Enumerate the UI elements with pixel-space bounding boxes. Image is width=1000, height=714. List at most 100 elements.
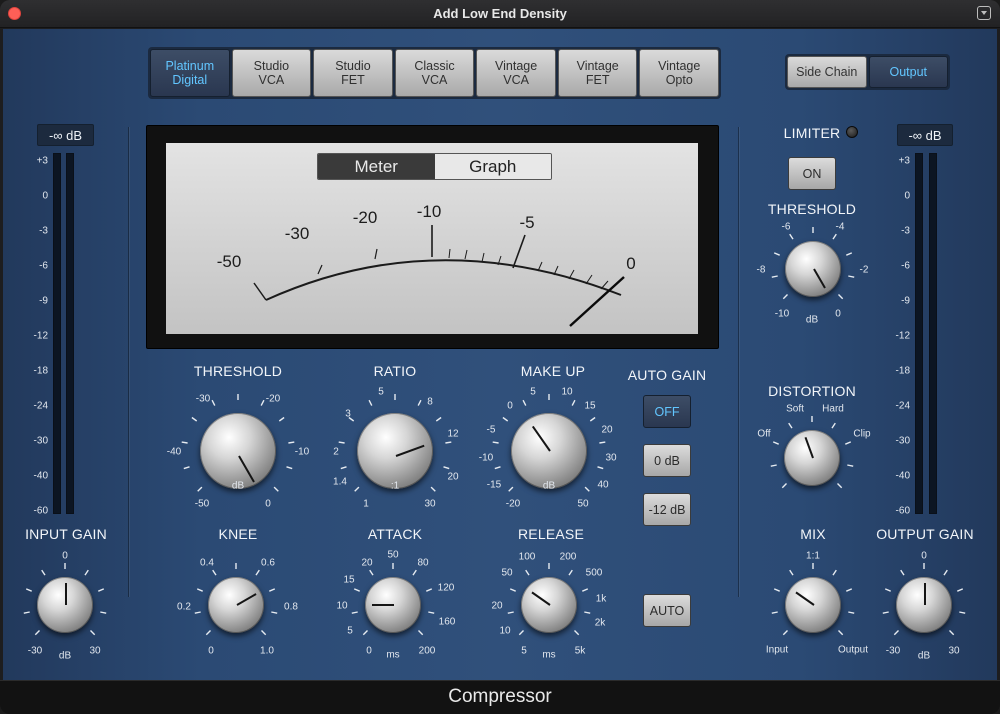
attack-label: ATTACK <box>367 526 423 542</box>
knee-scale-label: 0.4 <box>200 557 214 569</box>
makeup-scale-label: 50 <box>577 498 589 510</box>
ratio-scale-label: 8 <box>427 396 433 408</box>
ratio-scale-label: 3 <box>345 408 351 420</box>
knob-tick <box>789 569 794 576</box>
limiter-on-button[interactable]: ON <box>788 157 836 190</box>
input-scale-tick: -60 <box>33 505 48 517</box>
meter-label-minus50: -50 <box>216 252 242 271</box>
knob-tick <box>599 441 606 444</box>
input-gain-unit-label: dB <box>58 650 72 662</box>
knob-tick <box>943 569 948 576</box>
input-scale-tick: 0 <box>42 190 48 202</box>
knob-tick <box>771 611 778 614</box>
input-gain-label: INPUT GAIN <box>25 526 107 542</box>
side-chain-button[interactable]: Side Chain <box>787 56 867 88</box>
knob-tick <box>100 611 107 614</box>
auto-gain-minus12db-button[interactable]: -12 dB <box>643 493 691 526</box>
distortion-scale-label: Off <box>757 428 771 440</box>
auto-gain-0db-button[interactable]: 0 dB <box>643 444 691 477</box>
output-gain-scale-label: -30 <box>885 645 901 657</box>
left-divider <box>128 127 129 597</box>
makeup-scale-label: -10 <box>478 452 494 464</box>
attack-scale-label: 10 <box>336 600 348 612</box>
threshold-scale-label: -10 <box>294 446 310 458</box>
release-label: RELEASE <box>518 526 584 542</box>
distortion-scale-label: Clip <box>853 428 871 440</box>
output-gain-label: OUTPUT GAIN <box>876 526 974 542</box>
model-vintage-vca-button[interactable]: Vintage VCA <box>476 49 556 97</box>
knob-tick <box>211 399 216 406</box>
knob-tick <box>771 275 778 278</box>
knob-tick <box>772 441 779 445</box>
knob-tick <box>518 630 524 636</box>
threshold-label: THRESHOLD <box>193 363 283 379</box>
attack-scale-label: 120 <box>437 582 455 594</box>
knob-tick <box>773 588 780 592</box>
attack-scale-label: 5 <box>347 625 353 637</box>
knob-tick <box>181 441 188 444</box>
meter-tick <box>448 248 451 259</box>
meter-tick-minus5 <box>512 234 526 269</box>
knob-tick <box>278 416 285 422</box>
knob-tick <box>788 422 793 429</box>
knob-tick <box>338 441 345 444</box>
input-gain-tick-ring <box>23 563 107 636</box>
output-gain-unit-label: dB <box>917 650 931 662</box>
model-vintage-fet-button[interactable]: Vintage FET <box>557 49 638 97</box>
knob-tick <box>194 611 201 614</box>
output-gain-tick-ring <box>882 563 966 636</box>
model-platinum-digital-button[interactable]: Platinum Digital <box>150 49 230 97</box>
mix-scale-label: Output <box>837 644 869 656</box>
meter-tick-minus30 <box>317 264 323 275</box>
makeup-scale-label: 5 <box>530 386 536 398</box>
distortion-label: DISTORTION <box>768 383 856 399</box>
knob-tick <box>949 630 955 636</box>
output-scale-tick: -18 <box>895 365 910 377</box>
release-unit-label: ms <box>542 649 556 661</box>
model-vintage-opto-button[interactable]: Vintage Opto <box>639 49 720 97</box>
knob-tick <box>884 588 891 592</box>
distortion-scale-label: Hard <box>822 403 844 415</box>
output-scale-tick: -12 <box>895 330 910 342</box>
limiter-threshold-scale-label: 0 <box>835 308 841 320</box>
threshold-scale-label: -30 <box>195 393 211 405</box>
meter-graph-toggle: Meter Graph <box>317 153 552 180</box>
model-classic-vca-button[interactable]: Classic VCA <box>394 49 475 97</box>
knob-tick <box>191 416 198 422</box>
attack-tick-ring <box>351 563 435 636</box>
auto-release-button[interactable]: AUTO <box>643 594 691 627</box>
knob-tick <box>837 483 843 489</box>
meter-tab[interactable]: Meter <box>318 154 435 179</box>
plugin-footer: Compressor <box>0 680 1000 714</box>
knob-tick <box>443 466 450 470</box>
output-scale-tick: -6 <box>901 260 910 272</box>
knob-tick <box>34 630 40 636</box>
ratio-scale-label: 12 <box>447 428 459 440</box>
input-scale-tick: -40 <box>33 470 48 482</box>
knob-tick <box>846 252 853 256</box>
knob-tick <box>507 611 514 614</box>
makeup-label: MAKE UP <box>520 363 586 379</box>
knob-tick <box>832 233 837 240</box>
knob-tick <box>353 588 360 592</box>
knob-tick <box>418 630 424 636</box>
model-studio-vca-button[interactable]: Studio VCA <box>231 49 312 97</box>
output-gain-scale-label: 30 <box>948 645 960 657</box>
output-scale-tick: +3 <box>898 155 910 167</box>
knob-tick <box>261 630 267 636</box>
output-button[interactable]: Output <box>868 56 948 88</box>
window-menu-icon[interactable] <box>977 6 991 20</box>
knob-tick <box>957 588 964 592</box>
auto-gain-off-button[interactable]: OFF <box>643 395 691 428</box>
knob-tick <box>773 252 780 256</box>
knob-tick <box>84 569 89 576</box>
knob-tick <box>428 611 435 614</box>
knob-tick <box>286 466 293 470</box>
model-studio-fet-button[interactable]: Studio FET <box>313 49 393 97</box>
makeup-scale-label: 10 <box>561 386 573 398</box>
graph-tab[interactable]: Graph <box>434 154 551 179</box>
input-gain-scale-label: 30 <box>89 645 101 657</box>
threshold-tick-ring <box>181 394 295 492</box>
knob-tick <box>255 569 260 576</box>
plugin-window: Add Low End Density Platinum Digital Stu… <box>0 0 1000 714</box>
